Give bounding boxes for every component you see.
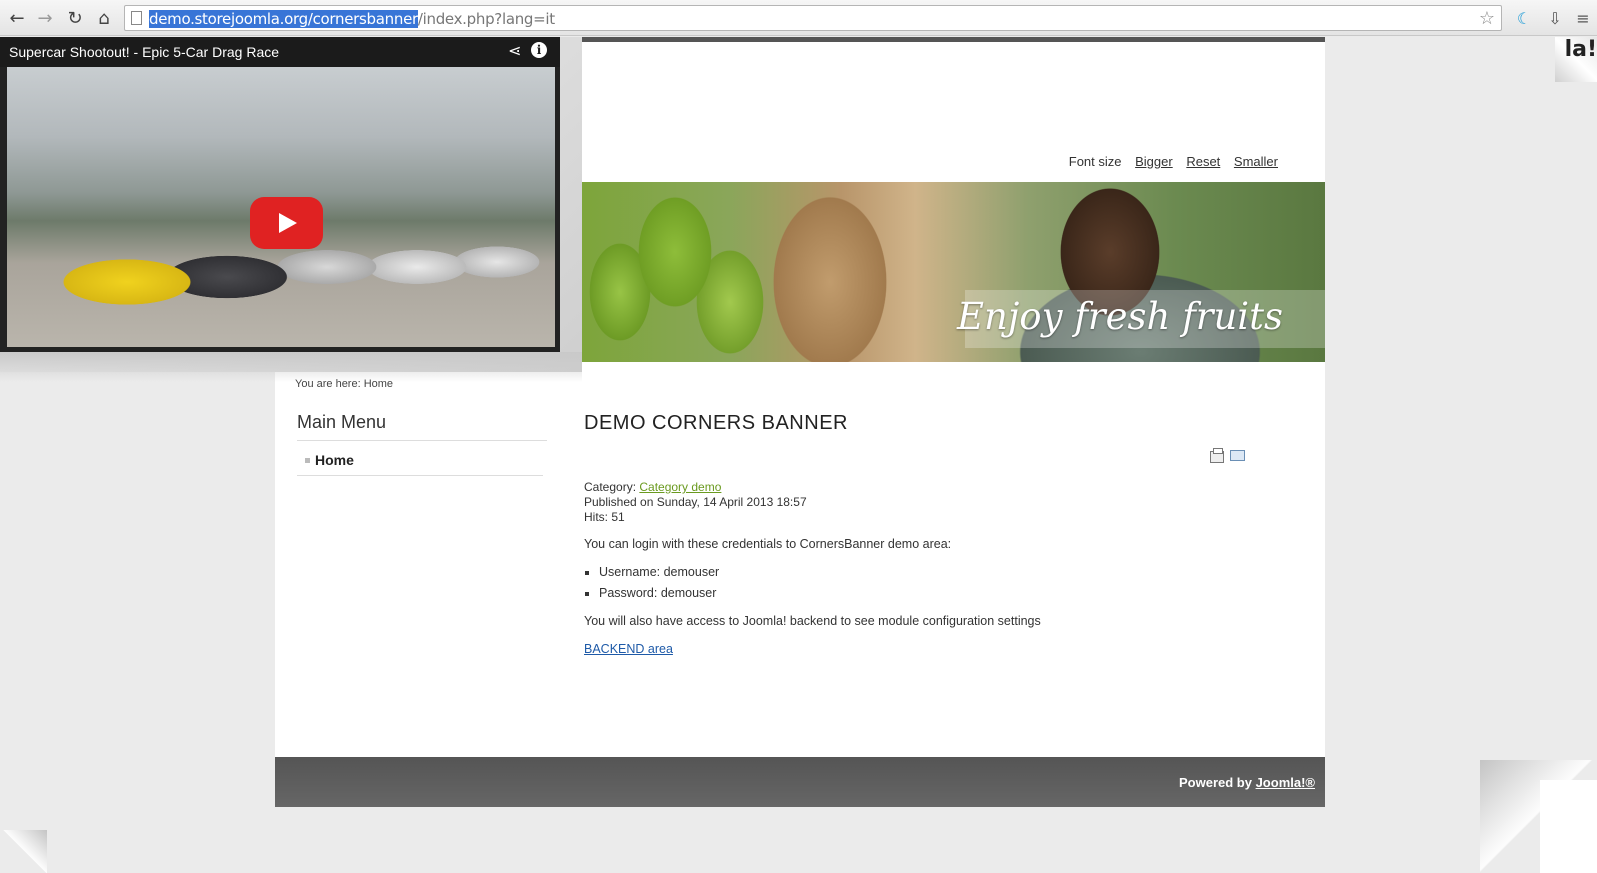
play-icon[interactable] bbox=[250, 197, 323, 249]
backend-area-link[interactable]: BACKEND area bbox=[584, 642, 673, 656]
print-icon[interactable] bbox=[1210, 448, 1224, 463]
bookmark-star-icon[interactable]: ☆ bbox=[1479, 8, 1495, 29]
joomla-link[interactable]: Joomla!® bbox=[1256, 775, 1315, 790]
video-title[interactable]: Supercar Shootout! - Epic 5-Car Drag Rac… bbox=[9, 44, 279, 60]
bottom-left-corner-peel[interactable] bbox=[0, 830, 47, 873]
url-text[interactable]: demo.storejoomla.org/cornersbanner/index… bbox=[149, 10, 555, 28]
category-label: Category: bbox=[584, 480, 640, 494]
peel-underside bbox=[1540, 780, 1597, 873]
category-link[interactable]: Category demo bbox=[639, 480, 721, 494]
font-size-controls: Font size Bigger Reset Smaller bbox=[1069, 154, 1278, 169]
font-bigger-link[interactable]: Bigger bbox=[1135, 154, 1173, 169]
top-right-corner-peel[interactable]: la! bbox=[1555, 37, 1597, 82]
share-icon[interactable]: ⋖ bbox=[508, 41, 521, 60]
hits-count: Hits: 51 bbox=[584, 510, 625, 524]
font-smaller-link[interactable]: Smaller bbox=[1234, 154, 1278, 169]
font-reset-link[interactable]: Reset bbox=[1186, 154, 1220, 169]
reload-icon[interactable]: ↻ bbox=[63, 6, 87, 30]
article-intro: You can login with these credentials to … bbox=[584, 537, 952, 551]
video-player[interactable]: Supercar Shootout! - Epic 5-Car Drag Rac… bbox=[0, 37, 560, 352]
list-item: Username: demouser bbox=[599, 565, 1284, 579]
menu-item-home[interactable]: Home bbox=[297, 450, 543, 476]
menu-icon[interactable]: ≡ bbox=[1571, 6, 1595, 30]
page-icon bbox=[131, 11, 142, 25]
credentials-list: Username: demouser Password: demouser bbox=[599, 565, 1284, 600]
banner-caption: Enjoy fresh fruits bbox=[956, 295, 1283, 338]
published-date: Published on Sunday, 14 April 2013 18:57 bbox=[584, 495, 807, 509]
header-banner-image: Enjoy fresh fruits bbox=[580, 182, 1325, 362]
video-thumbnail[interactable] bbox=[7, 67, 555, 347]
back-arrow-icon[interactable]: ← bbox=[5, 6, 29, 30]
corner-peel-text: la! bbox=[1564, 37, 1597, 62]
article-note: You will also have access to Joomla! bac… bbox=[584, 614, 1041, 628]
article-body: You can login with these credentials to … bbox=[584, 537, 1284, 670]
font-size-label: Font size bbox=[1068, 154, 1122, 169]
browser-toolbar: ← → ↻ ⌂ demo.storejoomla.org/cornersbann… bbox=[0, 0, 1597, 36]
menu-bullet-icon bbox=[305, 458, 310, 463]
bottom-right-corner-peel[interactable] bbox=[1480, 760, 1597, 873]
forward-arrow-icon[interactable]: → bbox=[33, 6, 57, 30]
video-title-bar: Supercar Shootout! - Epic 5-Car Drag Rac… bbox=[0, 37, 560, 67]
info-icon[interactable]: i bbox=[531, 42, 547, 58]
article-info: Category: Category demo Published on Sun… bbox=[584, 480, 807, 525]
download-icon[interactable]: ⇩ bbox=[1543, 6, 1567, 30]
email-icon[interactable] bbox=[1230, 450, 1245, 461]
site-footer: Powered by Joomla!® bbox=[275, 757, 1325, 807]
powered-by: Powered by Joomla!® bbox=[1179, 775, 1315, 790]
menu-item-label[interactable]: Home bbox=[315, 452, 354, 468]
article-title: DEMO CORNERS BANNER bbox=[584, 412, 848, 434]
corner-banner-shadow bbox=[0, 352, 582, 382]
extension-icon[interactable]: ☾ bbox=[1512, 6, 1536, 30]
address-bar[interactable]: demo.storejoomla.org/cornersbanner/index… bbox=[124, 5, 1502, 31]
home-icon[interactable]: ⌂ bbox=[92, 6, 116, 30]
main-menu-title: Main Menu bbox=[297, 412, 547, 441]
list-item: Password: demouser bbox=[599, 586, 1284, 600]
